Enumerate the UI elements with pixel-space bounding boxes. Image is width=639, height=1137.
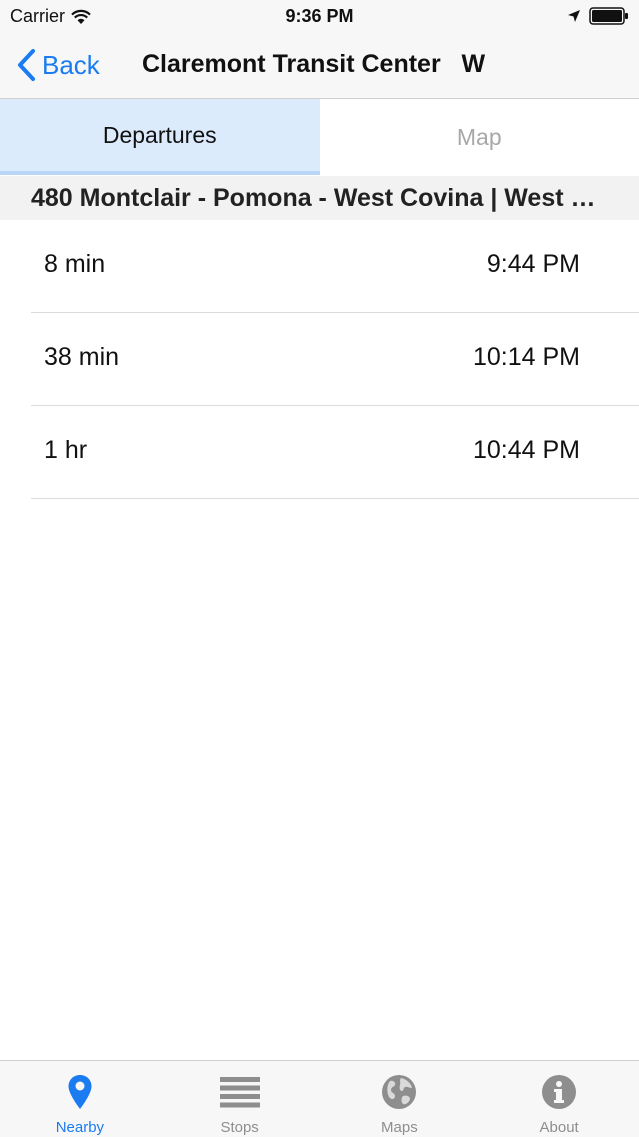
tab-map[interactable]: Map [320, 99, 639, 175]
tab-label: Nearby [56, 1119, 104, 1136]
location-arrow-icon [567, 9, 581, 23]
departure-eta: 1 hr [44, 436, 87, 465]
tab-maps[interactable]: Maps [320, 1061, 480, 1137]
departure-eta: 8 min [44, 250, 105, 279]
tab-stops[interactable]: Stops [160, 1061, 320, 1137]
tab-label: Stops [220, 1119, 258, 1136]
page-title: Claremont Transit Center W [142, 50, 485, 79]
info-icon [541, 1074, 577, 1110]
list-lines-icon [220, 1076, 260, 1108]
segmented-control: Departures Map [0, 99, 639, 175]
status-right [567, 7, 629, 25]
back-label: Back [42, 50, 100, 81]
status-time: 9:36 PM [0, 6, 639, 27]
tab-about[interactable]: About [479, 1061, 639, 1137]
navigation-bar: Back Claremont Transit Center W [0, 34, 639, 99]
departure-time: 10:14 PM [473, 343, 580, 372]
departure-eta: 38 min [44, 343, 119, 372]
back-button[interactable]: Back [16, 48, 100, 82]
route-header: 480 Montclair - Pomona - West Covina | W… [0, 176, 639, 220]
battery-icon [589, 7, 629, 25]
globe-icon [381, 1074, 417, 1110]
tab-label: About [540, 1119, 579, 1136]
tab-nearby[interactable]: Nearby [0, 1061, 160, 1137]
chevron-left-icon [16, 48, 36, 82]
departure-row[interactable]: 38 min 10:14 PM [31, 313, 639, 406]
tab-label: Maps [381, 1119, 418, 1136]
tab-departures[interactable]: Departures [0, 99, 320, 175]
departure-row[interactable]: 1 hr 10:44 PM [31, 406, 639, 499]
status-bar: Carrier 9:36 PM [0, 0, 639, 34]
departure-time: 9:44 PM [487, 250, 580, 279]
location-pin-icon [67, 1074, 93, 1110]
departure-row[interactable]: 8 min 9:44 PM [31, 220, 639, 313]
departures-list: 8 min 9:44 PM 38 min 10:14 PM 1 hr 10:44… [0, 220, 639, 499]
tab-bar: Nearby Stops Maps [0, 1060, 639, 1137]
departure-time: 10:44 PM [473, 436, 580, 465]
